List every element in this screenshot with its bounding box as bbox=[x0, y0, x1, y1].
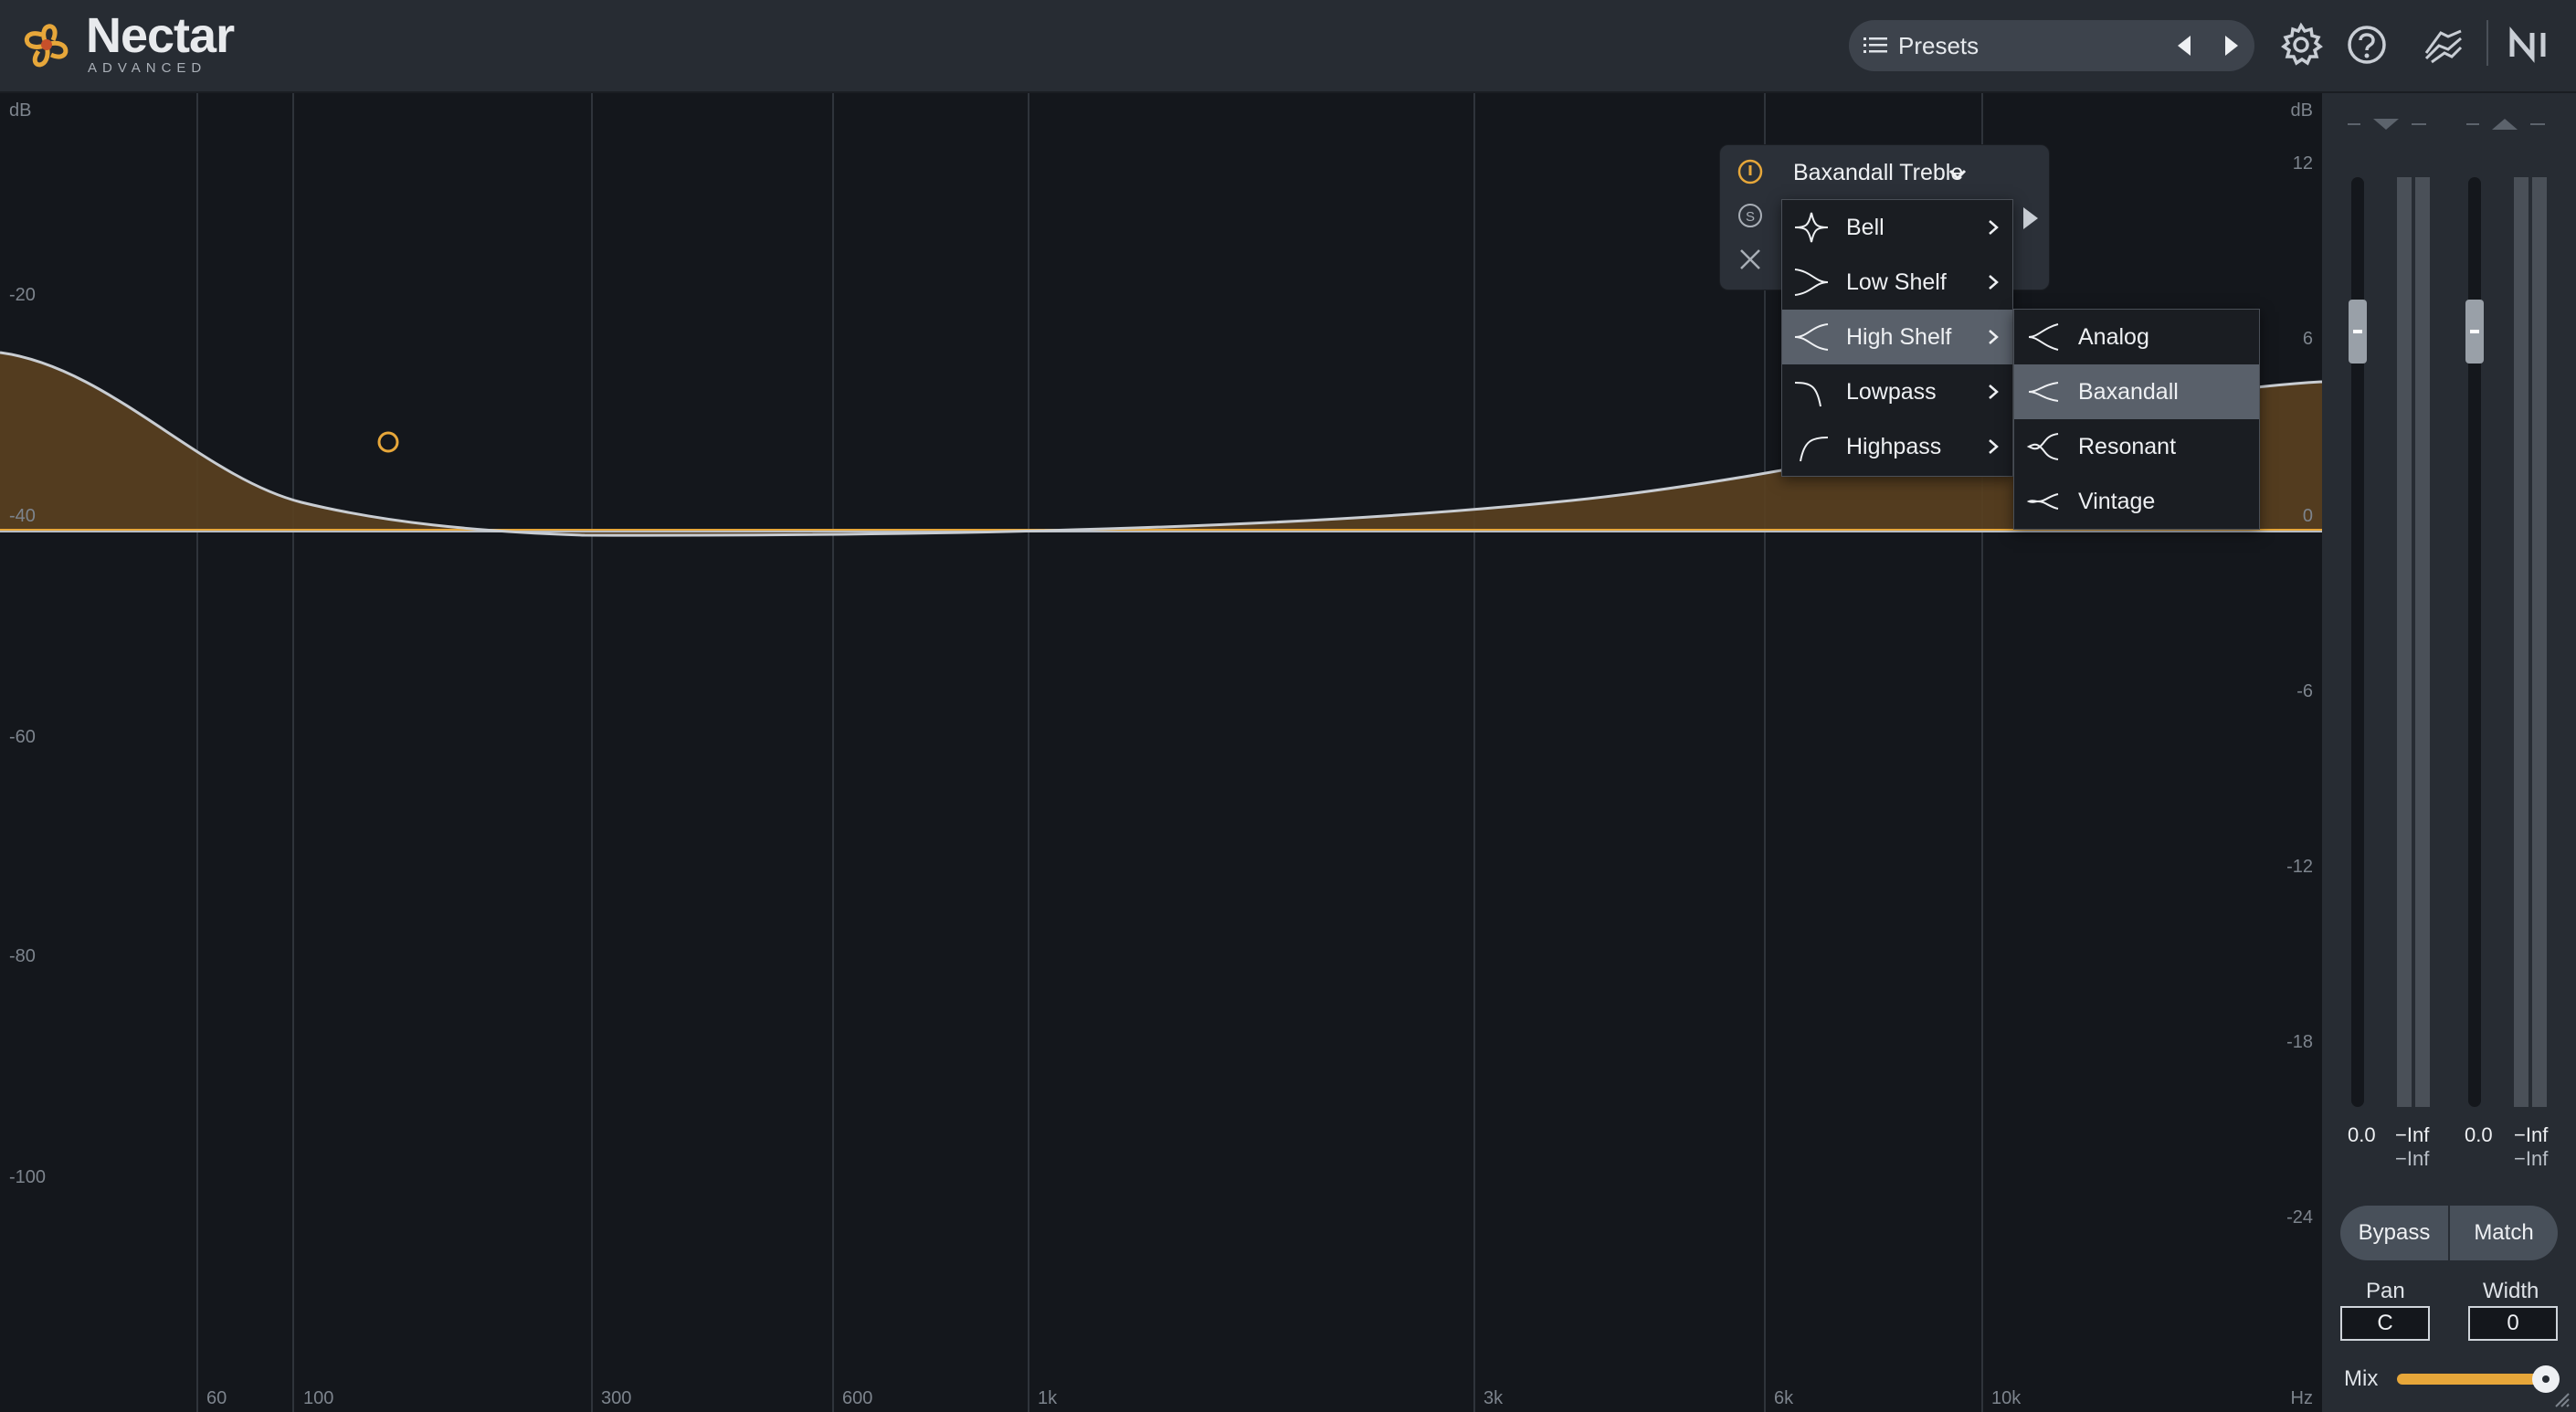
app-subtitle: ADVANCED bbox=[88, 60, 207, 76]
highpass-shape-icon bbox=[1800, 437, 1829, 462]
analog-shelf-icon bbox=[2028, 323, 2059, 351]
menu-item-low-shelf[interactable]: Low Shelf bbox=[1782, 255, 2012, 310]
input-gain-value: 0.0 bbox=[2348, 1123, 2376, 1146]
left-scale-label: -80 bbox=[9, 946, 36, 966]
right-scale-unit: dB bbox=[2290, 100, 2313, 121]
next-arrow-icon[interactable] bbox=[2218, 33, 2243, 58]
baxandall-shelf-icon bbox=[2028, 382, 2059, 402]
freq-label: 1k bbox=[1038, 1388, 1058, 1408]
match-button[interactable]: Match bbox=[2450, 1206, 2558, 1260]
presets-bar[interactable]: Presets bbox=[1849, 20, 2254, 71]
mix-slider[interactable] bbox=[2397, 1374, 2541, 1385]
input-header-icon bbox=[2348, 119, 2426, 130]
high-shelf-submenu: Analog Baxandall Resonant Vintage bbox=[2013, 309, 2260, 530]
prev-arrow-icon[interactable] bbox=[2172, 33, 2198, 58]
freq-label: 10k bbox=[1991, 1388, 2022, 1408]
svg-text:S: S bbox=[1746, 209, 1755, 225]
input-peak-value-2: −Inf bbox=[2395, 1147, 2430, 1170]
left-scale-label: -20 bbox=[9, 285, 36, 305]
high-shelf-shape-icon bbox=[1794, 323, 1829, 351]
left-scale-label: -40 bbox=[9, 506, 36, 526]
play-icon[interactable] bbox=[2020, 205, 2042, 231]
input-meter-right bbox=[2415, 177, 2430, 1107]
left-scale-label: -60 bbox=[9, 727, 36, 747]
presets-label[interactable]: Presets bbox=[1898, 32, 1979, 60]
help-icon[interactable] bbox=[2344, 22, 2390, 68]
output-gain-value: 0.0 bbox=[2465, 1123, 2493, 1146]
right-scale-label: 12 bbox=[2292, 153, 2313, 174]
resize-grip-icon[interactable] bbox=[2552, 1390, 2571, 1408]
freq-label: 600 bbox=[842, 1388, 873, 1408]
chevron-down-icon bbox=[1948, 169, 1967, 181]
low-shelf-shape-icon bbox=[1794, 269, 1829, 296]
chevron-right-icon bbox=[1989, 220, 1999, 235]
header-divider bbox=[2486, 20, 2488, 66]
freq-label: 100 bbox=[303, 1388, 334, 1408]
freq-unit: Hz bbox=[2290, 1388, 2313, 1408]
power-icon[interactable] bbox=[1737, 158, 1764, 185]
menu-item-lowpass[interactable]: Lowpass bbox=[1782, 364, 2012, 419]
menu-item-bell[interactable]: Bell bbox=[1782, 200, 2012, 255]
band-type-dropdown[interactable]: Baxandall Treble bbox=[1782, 153, 1980, 193]
menu-item-highpass[interactable]: Highpass bbox=[1782, 419, 2012, 474]
top-bar: Nectar ADVANCED Presets bbox=[0, 0, 2576, 93]
submenu-item-baxandall[interactable]: Baxandall bbox=[2014, 364, 2259, 419]
bell-shape-icon bbox=[1794, 212, 1829, 243]
submenu-item-resonant[interactable]: Resonant bbox=[2014, 419, 2259, 474]
output-meter-left bbox=[2514, 177, 2528, 1107]
right-scale-label: -18 bbox=[2286, 1032, 2313, 1052]
left-scale-label: -100 bbox=[9, 1167, 47, 1187]
pan-label: Pan bbox=[2366, 1279, 2405, 1303]
right-scale-label: -12 bbox=[2286, 857, 2313, 877]
nectar-logo-icon bbox=[24, 24, 69, 68]
output-peak-value-2: −Inf bbox=[2514, 1147, 2549, 1170]
meter-panel: 0.0 −Inf −Inf 0.0 −Inf −Inf Bypass Match… bbox=[2322, 93, 2576, 1412]
app-name: Nectar bbox=[86, 8, 235, 63]
menu-item-high-shelf[interactable]: High Shelf bbox=[1782, 310, 2012, 364]
right-scale-label: -24 bbox=[2286, 1207, 2313, 1228]
output-header-icon bbox=[2466, 119, 2545, 130]
gear-icon[interactable] bbox=[2278, 22, 2324, 68]
signal-chain-icon[interactable] bbox=[2421, 22, 2466, 68]
bypass-button[interactable]: Bypass bbox=[2340, 1206, 2448, 1260]
output-peak-value: −Inf bbox=[2514, 1123, 2549, 1146]
pan-value[interactable]: C bbox=[2340, 1306, 2430, 1341]
right-scale-label: -6 bbox=[2296, 681, 2313, 701]
width-label: Width bbox=[2483, 1279, 2539, 1303]
input-peak-value: −Inf bbox=[2395, 1123, 2430, 1146]
submenu-item-analog[interactable]: Analog bbox=[2014, 310, 2259, 364]
output-meter-right bbox=[2532, 177, 2547, 1107]
right-scale-label: 6 bbox=[2302, 329, 2313, 349]
chevron-right-icon bbox=[1989, 330, 1999, 344]
chevron-right-icon bbox=[1989, 275, 1999, 290]
freq-label: 3k bbox=[1483, 1388, 1504, 1408]
list-icon bbox=[1863, 37, 1887, 53]
chevron-right-icon bbox=[1989, 439, 1999, 454]
band-type-label: Baxandall Treble bbox=[1793, 160, 1964, 185]
lowpass-shape-icon bbox=[1794, 382, 1821, 407]
mix-label: Mix bbox=[2344, 1366, 2379, 1391]
freq-label: 60 bbox=[206, 1388, 227, 1408]
resonant-shelf-icon bbox=[2026, 433, 2059, 460]
input-fader-handle[interactable] bbox=[2349, 300, 2367, 364]
mix-slider-thumb[interactable] bbox=[2532, 1365, 2560, 1393]
width-value[interactable]: 0 bbox=[2468, 1306, 2558, 1341]
close-icon[interactable] bbox=[1737, 246, 1764, 273]
chevron-right-icon bbox=[1989, 385, 1999, 399]
eq-band-node bbox=[377, 431, 399, 453]
right-scale-label: 0 bbox=[2302, 506, 2313, 526]
input-meter-left bbox=[2397, 177, 2412, 1107]
filter-type-menu: Bell Low Shelf High Shelf Lowpass Highpa… bbox=[1781, 199, 2013, 477]
freq-label: 6k bbox=[1774, 1388, 1794, 1408]
ni-logo-icon[interactable] bbox=[2507, 22, 2561, 68]
output-fader-handle[interactable] bbox=[2465, 300, 2484, 364]
freq-label: 300 bbox=[601, 1388, 632, 1408]
left-scale-unit: dB bbox=[9, 100, 32, 121]
vintage-shelf-icon bbox=[2026, 493, 2059, 510]
submenu-item-vintage[interactable]: Vintage bbox=[2014, 474, 2259, 529]
solo-icon[interactable]: S bbox=[1737, 202, 1764, 229]
